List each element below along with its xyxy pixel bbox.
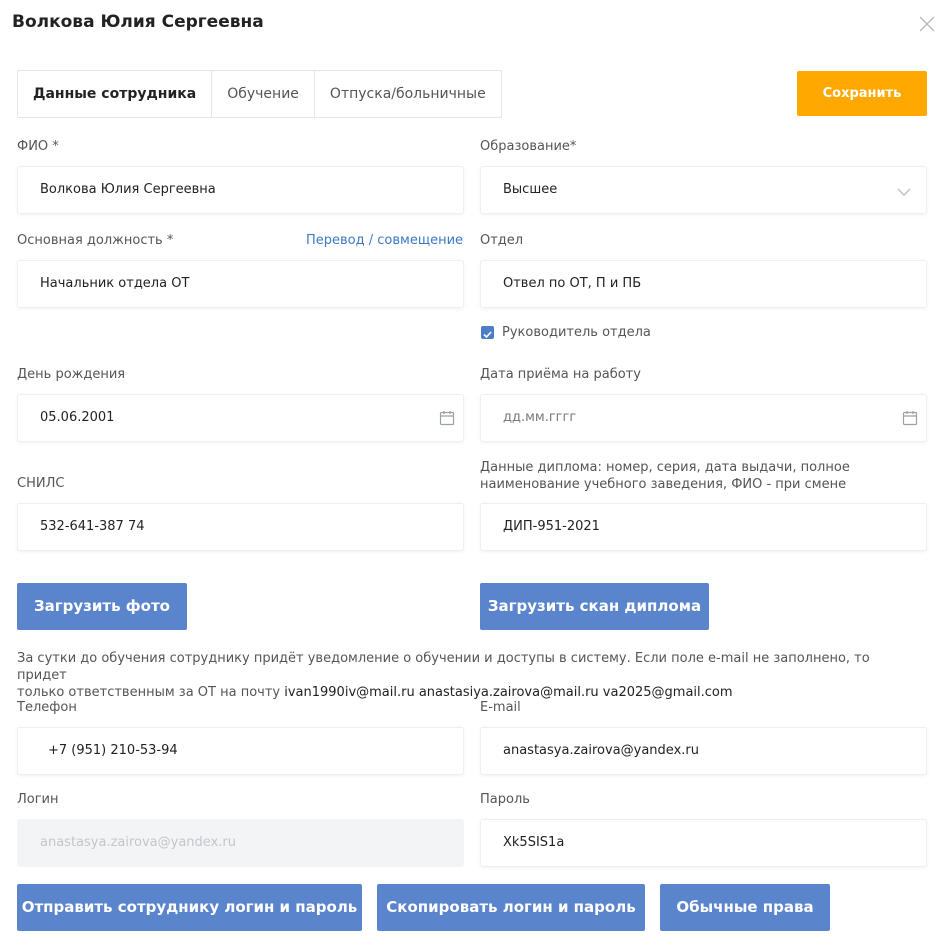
upload-diploma-button[interactable]: Загрузить скан диплома xyxy=(480,583,709,630)
tab-bar: Данные сотрудника Обучение Отпуска/больн… xyxy=(17,70,502,118)
snils-label: СНИЛС xyxy=(17,476,65,491)
diploma-label-line2: наименование учебного заведения, ФИО - п… xyxy=(480,477,847,492)
position-field[interactable]: Начальник отдела ОТ xyxy=(17,260,464,308)
diploma-field[interactable]: ДИП-951-2021 xyxy=(480,503,927,551)
notice-line2: только ответственным за ОТ на почту ivan… xyxy=(17,684,917,701)
notice-emails: ivan1990iv@mail.ru anastasiya.zairova@ma… xyxy=(284,685,733,700)
fio-label: ФИО * xyxy=(17,139,59,154)
checkbox-checked-icon[interactable] xyxy=(481,326,494,339)
login-field: anastasya.zairova@yandex.ru xyxy=(17,819,464,867)
calendar-icon[interactable] xyxy=(902,410,918,426)
tab-training[interactable]: Обучение xyxy=(212,71,315,117)
tab-employee-data[interactable]: Данные сотрудника xyxy=(18,71,213,117)
phone-label: Телефон xyxy=(17,700,77,715)
snils-field[interactable]: 532-641-387 74 xyxy=(17,503,464,551)
head-checkbox-label: Руководитель отдела xyxy=(502,325,651,340)
calendar-icon[interactable] xyxy=(439,410,455,426)
department-label: Отдел xyxy=(480,233,524,248)
phone-field[interactable]: +7 (951) 210-53-94 xyxy=(17,727,464,775)
fio-field[interactable]: Волкова Юлия Сергеевна xyxy=(17,166,464,214)
birthday-label: День рождения xyxy=(17,367,126,382)
email-field[interactable]: anastasya.zairova@yandex.ru xyxy=(480,727,927,775)
save-button[interactable]: Сохранить xyxy=(797,71,927,116)
position-label: Основная должность * xyxy=(17,233,174,248)
transfer-link[interactable]: Перевод / совмещение xyxy=(306,233,463,248)
close-icon[interactable] xyxy=(917,14,937,34)
notice-line2-prefix: только ответственным за ОТ на почту xyxy=(17,685,285,700)
department-field[interactable]: Отвел по ОТ, П и ПБ xyxy=(480,260,927,308)
hire-date-placeholder: дд.мм.гггг xyxy=(503,410,577,425)
education-label: Образование* xyxy=(480,139,577,154)
regular-rights-button[interactable]: Обычные права xyxy=(660,884,830,931)
chevron-down-icon xyxy=(897,188,911,197)
notification-note: За сутки до обучения сотруднику придёт у… xyxy=(17,650,917,701)
copy-credentials-button[interactable]: Скопировать логин и пароль xyxy=(377,884,645,931)
birthday-value: 05.06.2001 xyxy=(40,410,115,425)
upload-photo-button[interactable]: Загрузить фото xyxy=(17,583,187,630)
login-label: Логин xyxy=(17,792,59,807)
diploma-label: Данные диплома: номер, серия, дата выдач… xyxy=(480,459,930,493)
dialog-title: Волкова Юлия Сергеевна xyxy=(12,12,264,32)
email-label: E-mail xyxy=(480,700,521,715)
notice-line1: За сутки до обучения сотруднику придёт у… xyxy=(17,651,870,683)
diploma-label-line1: Данные диплома: номер, серия, дата выдач… xyxy=(480,460,850,475)
hire-date-label: Дата приёма на работу xyxy=(480,367,641,382)
hire-date-field[interactable]: дд.мм.гггг xyxy=(480,394,927,442)
education-value: Высшее xyxy=(503,182,558,197)
send-credentials-button[interactable]: Отправить сотруднику логин и пароль xyxy=(17,884,362,931)
education-select[interactable]: Высшее xyxy=(480,166,927,214)
password-field[interactable]: Xk5SIS1a xyxy=(480,819,927,867)
birthday-field[interactable]: 05.06.2001 xyxy=(17,394,464,442)
password-label: Пароль xyxy=(480,792,530,807)
tab-vacations[interactable]: Отпуска/больничные xyxy=(315,71,501,117)
